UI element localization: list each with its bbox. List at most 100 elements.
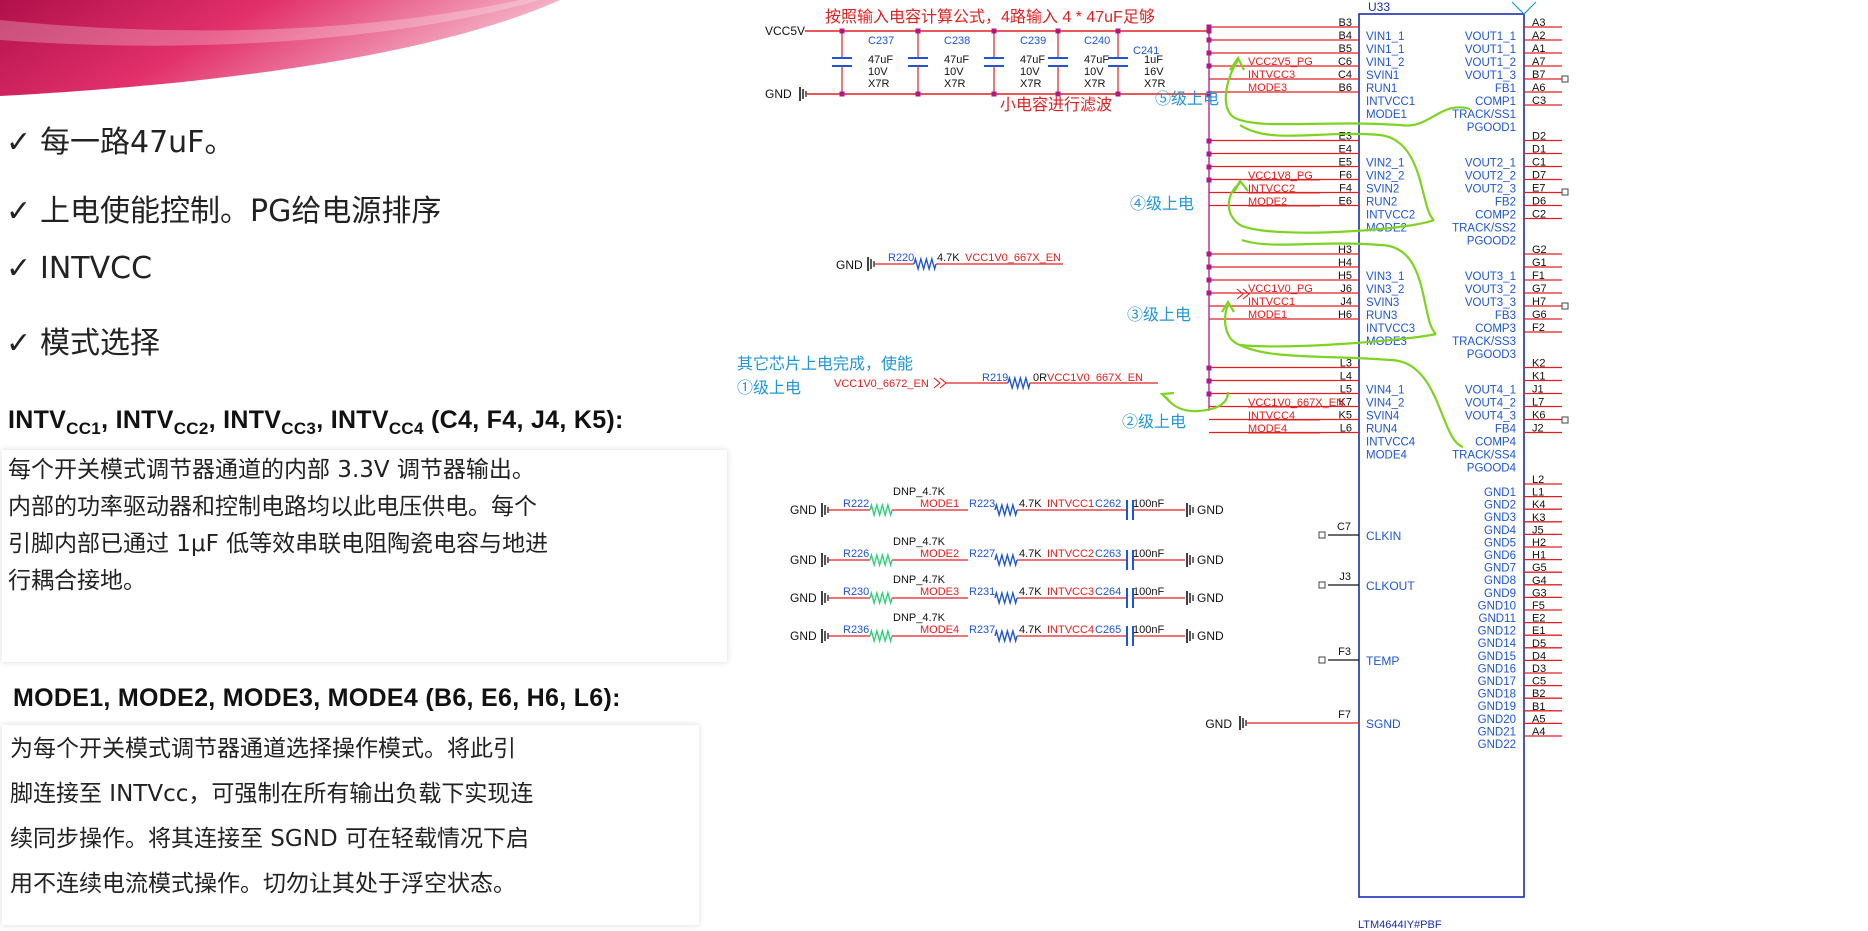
pin-number: L5 xyxy=(1340,384,1352,396)
gnd-label: GND xyxy=(1197,591,1224,605)
pin-number: K1 xyxy=(1532,371,1545,383)
pin-number: G4 xyxy=(1532,575,1547,587)
pin-name: FB4 xyxy=(1495,424,1517,436)
no-connect-marker xyxy=(1318,531,1326,539)
pin-name: FB1 xyxy=(1495,83,1516,95)
pin-number: D6 xyxy=(1532,196,1546,208)
pin-name: TRACK/SS2 xyxy=(1452,223,1516,235)
pin-number: B1 xyxy=(1532,701,1545,713)
junction-dot xyxy=(991,28,997,34)
junction-dot xyxy=(1206,50,1212,56)
pin-name: RUN4 xyxy=(1366,424,1398,436)
pin-number: F6 xyxy=(1339,170,1352,182)
pin-number: D4 xyxy=(1532,650,1546,662)
junction-dot xyxy=(1206,151,1212,157)
pin-name: GND8 xyxy=(1484,575,1516,587)
pin-number: A7 xyxy=(1532,56,1545,68)
pin-name: COMP2 xyxy=(1475,210,1516,222)
resistor-ref: R230 xyxy=(843,586,869,598)
pin-name: TEMP xyxy=(1366,654,1399,668)
pin-number: C7 xyxy=(1337,521,1351,533)
pin-number: K5 xyxy=(1339,410,1352,422)
pin-name: RUN3 xyxy=(1366,310,1397,322)
pin-number: L4 xyxy=(1340,371,1352,383)
pin-number: E7 xyxy=(1532,183,1545,195)
pin-number: G2 xyxy=(1532,244,1547,256)
pin-name: VIN1_1 xyxy=(1366,31,1404,43)
junction-dot xyxy=(1115,91,1121,97)
resistor-symbol xyxy=(869,502,893,518)
net-label: VCC1V0_667X_EN xyxy=(965,252,1061,264)
cap-dielectric: X7R xyxy=(1084,78,1105,90)
pin-number: B3 xyxy=(1339,17,1352,29)
cap-value: 100nF xyxy=(1133,624,1164,636)
junction-dot xyxy=(1206,378,1212,384)
cap-value: 47uF xyxy=(868,54,893,66)
pin-number: G3 xyxy=(1532,587,1547,599)
pin-name: VIN2_2 xyxy=(1366,171,1404,183)
pin-number: C5 xyxy=(1532,676,1546,688)
pin-number: E5 xyxy=(1339,157,1352,169)
resistor-symbol xyxy=(994,628,1018,644)
pin-name: VIN4_2 xyxy=(1366,398,1404,410)
cap-ref: C240 xyxy=(1084,35,1110,47)
pin-name: VOUT2_2 xyxy=(1465,171,1516,183)
pin-name: GND21 xyxy=(1478,726,1516,738)
sequence-arrow xyxy=(1159,391,1175,403)
gnd-label: GND xyxy=(1197,503,1224,517)
pin-name: RUN1 xyxy=(1366,83,1397,95)
pin-name: VOUT1_1 xyxy=(1465,31,1516,43)
pin-name: VOUT4_2 xyxy=(1465,398,1516,410)
junction-dot xyxy=(1206,391,1212,397)
cap-dielectric: X7R xyxy=(1144,78,1165,90)
pin-number: L3 xyxy=(1340,358,1352,370)
junction-dot xyxy=(1055,28,1061,34)
cap-ref: C262 xyxy=(1095,498,1121,510)
resistor-value: 4.7K xyxy=(1019,586,1042,598)
pin-number: F5 xyxy=(1532,600,1545,612)
cap-value: 100nF xyxy=(1133,586,1164,598)
pin-number: A4 xyxy=(1532,726,1545,738)
pin-number: A3 xyxy=(1532,17,1545,29)
resistor-symbol xyxy=(1007,375,1031,391)
cap-dielectric: X7R xyxy=(1020,78,1041,90)
sequence-arrow xyxy=(1165,391,1230,413)
pin-number: D1 xyxy=(1532,144,1546,156)
pin-name: VOUT1_3 xyxy=(1465,70,1516,82)
pin-number: D2 xyxy=(1532,131,1546,143)
pin-number: H5 xyxy=(1338,270,1352,282)
pin-name: INTVCC1 xyxy=(1366,96,1415,108)
pin-name: FB2 xyxy=(1495,197,1516,209)
pin-name: VIN3_2 xyxy=(1366,284,1404,296)
pin-name: PGOOD2 xyxy=(1467,236,1516,248)
resistor-ref: R219 xyxy=(982,372,1008,384)
pin-number: E1 xyxy=(1532,625,1545,637)
chip-part-number: LTM4644IY#PBF xyxy=(1358,919,1442,931)
pin-number: E6 xyxy=(1339,196,1352,208)
pin-number: C4 xyxy=(1338,69,1352,81)
pin-name: VOUT1_1 xyxy=(1465,44,1516,56)
stage-label: ⑤级上电 xyxy=(1155,90,1219,108)
note-text: 小电容进行滤波 xyxy=(1000,96,1112,114)
pin-name: INTVCC2 xyxy=(1366,210,1415,222)
pin-name: TRACK/SS3 xyxy=(1452,336,1516,348)
net-label: INTVCC1 xyxy=(1047,498,1094,510)
cap-ref: C265 xyxy=(1095,624,1121,636)
pin-name: GND18 xyxy=(1478,689,1516,701)
pin-number: H6 xyxy=(1338,309,1352,321)
pin-name: PGOOD3 xyxy=(1467,349,1516,361)
pin-number: J5 xyxy=(1532,524,1544,536)
pin-number: E2 xyxy=(1532,613,1545,625)
pin-name: SVIN4 xyxy=(1366,411,1400,423)
pin-name: GND19 xyxy=(1478,701,1516,713)
pin-name: TRACK/SS1 xyxy=(1452,109,1516,121)
pin-number: K3 xyxy=(1532,512,1545,524)
junction-dot xyxy=(991,91,997,97)
net-label: VCC1V0_667X_EN xyxy=(1047,372,1143,384)
cap-value: 1uF xyxy=(1144,54,1163,66)
pin-number: F7 xyxy=(1338,709,1351,721)
power-schematic: U33 LTM4644IY#PBF B3 VIN1_1 B4 VIN1_1 B5 VIN1_2… xyxy=(737,0,1569,931)
net-label: MODE4 xyxy=(920,624,959,636)
pin-name: GND22 xyxy=(1478,739,1516,751)
pin-name: GND5 xyxy=(1484,537,1516,549)
